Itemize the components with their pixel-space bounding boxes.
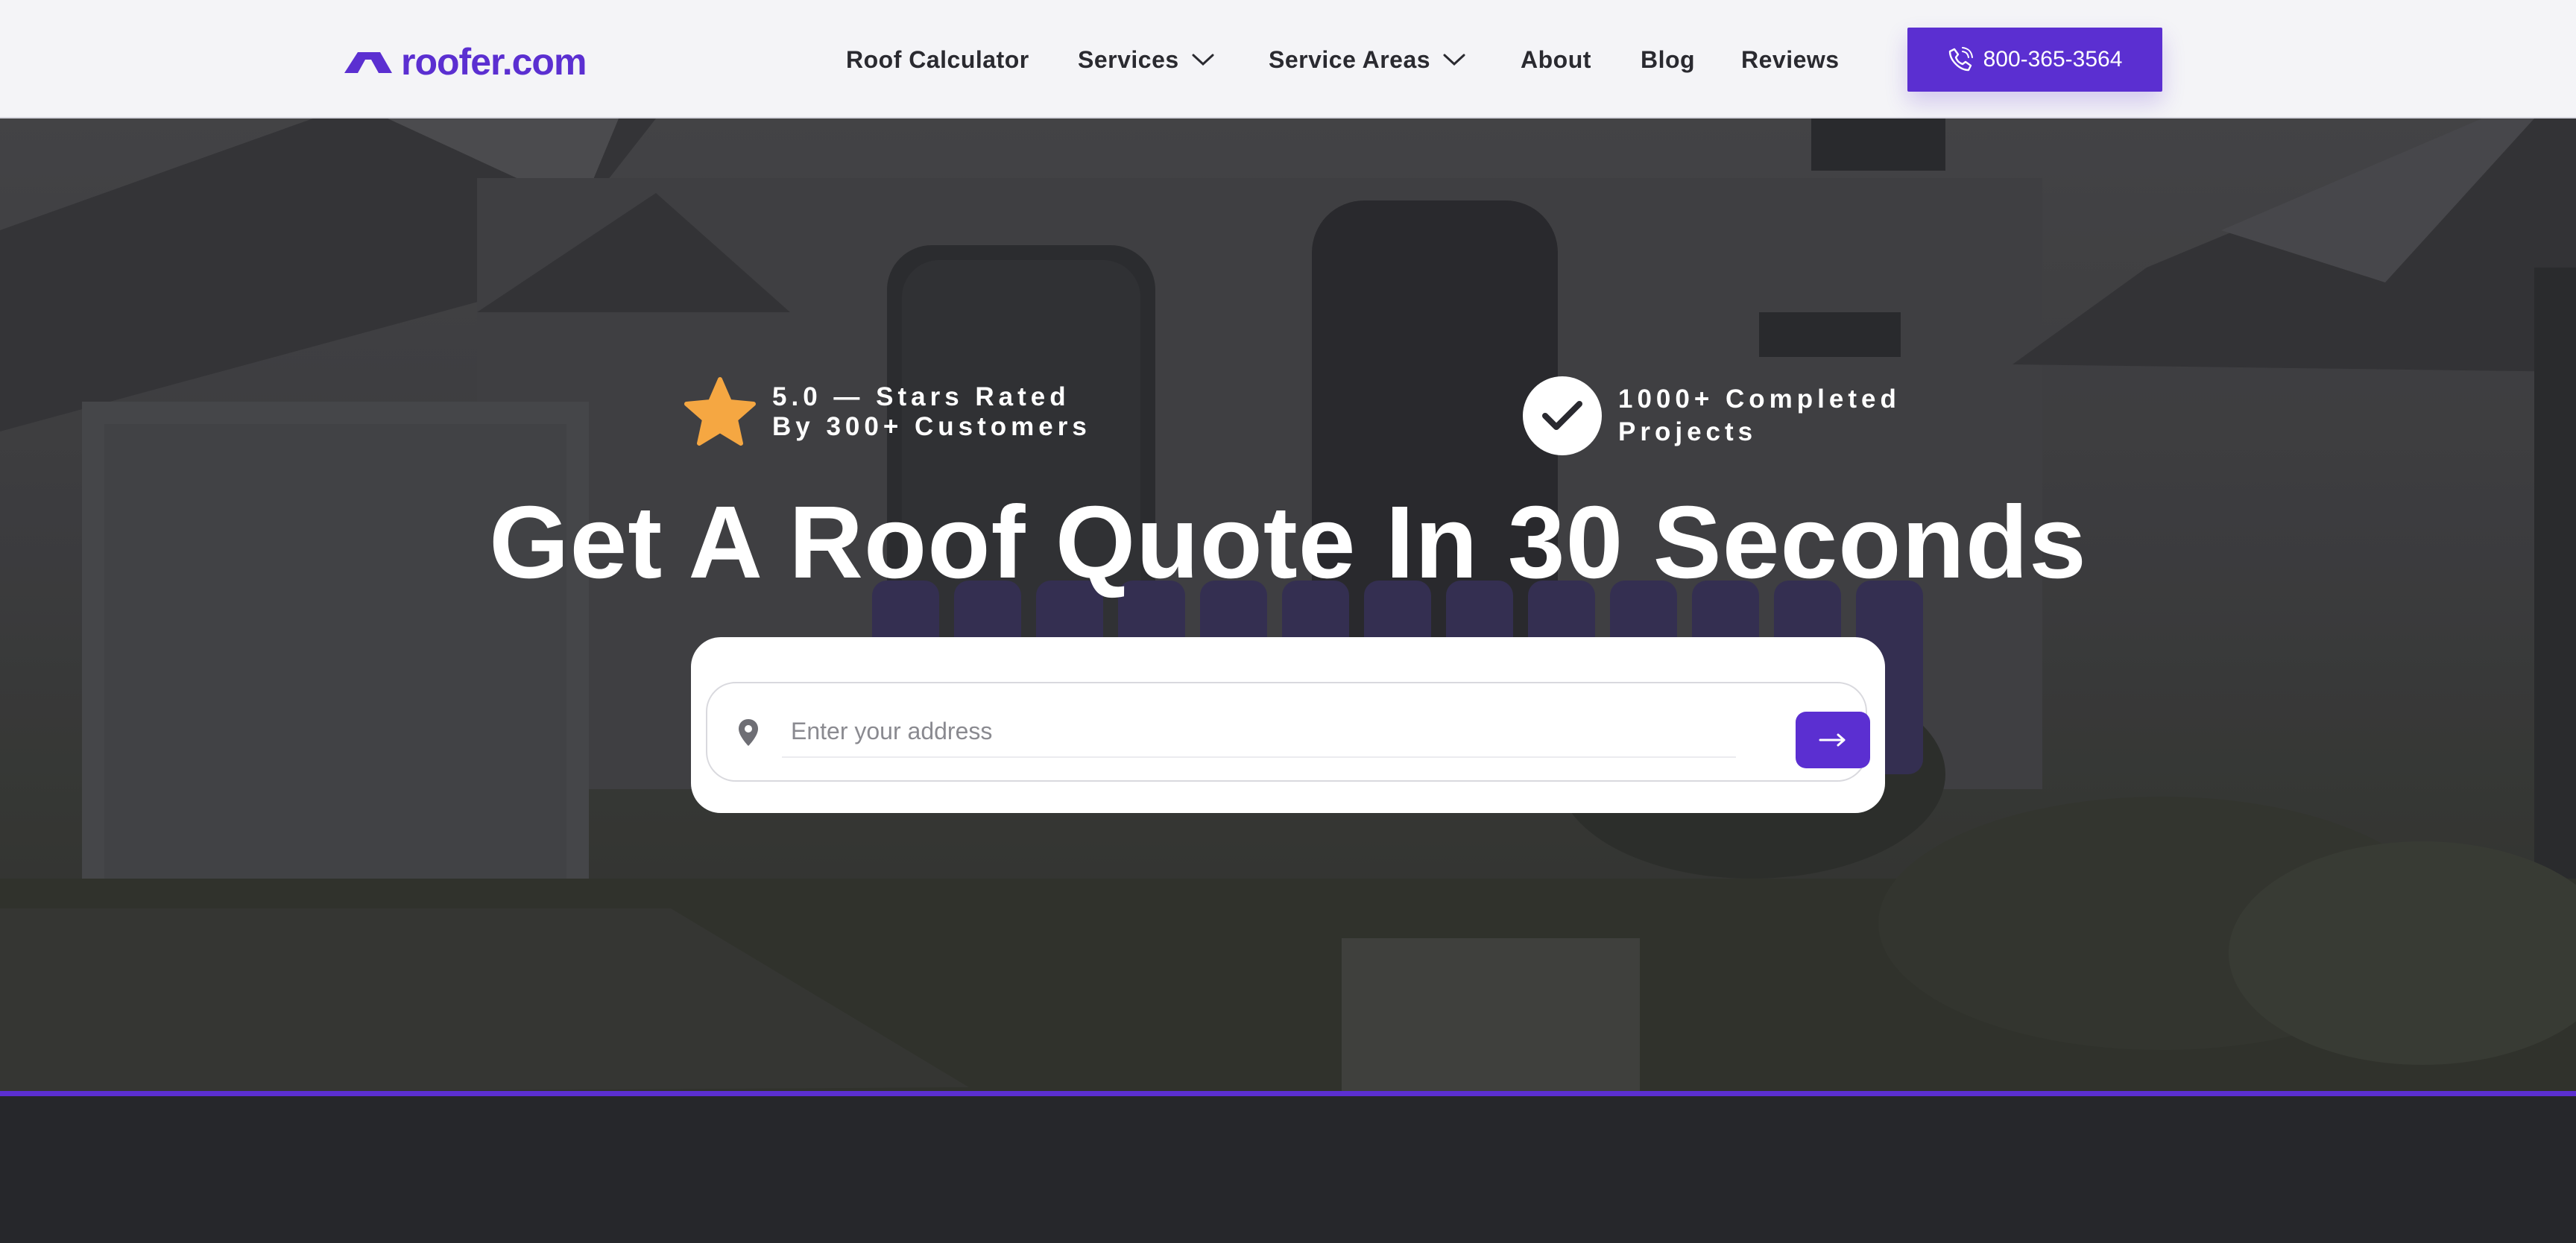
chevron-down-icon xyxy=(1192,54,1214,66)
address-input[interactable] xyxy=(782,706,1736,758)
nav-blog[interactable]: Blog xyxy=(1641,41,1695,78)
submit-address-button[interactable] xyxy=(1796,712,1870,768)
nav-services[interactable]: Services xyxy=(1078,41,1215,78)
hero-headline: Get A Roof Quote In 30 Seconds xyxy=(489,485,2087,600)
nav-service-areas[interactable]: Service Areas xyxy=(1269,41,1466,78)
hero-section: 5.0 — Stars Rated By 300+ Customers 1000… xyxy=(0,118,2576,1093)
address-search-card xyxy=(691,637,1885,813)
logo[interactable]: roofer.com xyxy=(343,37,587,86)
nav-label: Blog xyxy=(1641,45,1696,73)
projects-line-1: 1000+ Completed xyxy=(1618,385,1901,414)
nav-reviews[interactable]: Reviews xyxy=(1741,41,1840,78)
phone-icon xyxy=(1948,47,1973,72)
nav-label: Roof Calculator xyxy=(846,45,1029,73)
hero-accent-line xyxy=(0,1091,2576,1096)
nav-label: About xyxy=(1521,45,1591,73)
arrow-right-icon xyxy=(1819,733,1846,747)
rating-text: 5.0 — Stars Rated By 300+ Customers xyxy=(772,382,1091,442)
hero-background-image xyxy=(0,118,2576,1093)
rating-line-2: By 300+ Customers xyxy=(772,412,1091,441)
nav-roof-calculator[interactable]: Roof Calculator xyxy=(846,41,1029,78)
site-header: roofer.com Roof Calculator Services Serv… xyxy=(0,0,2576,118)
nav-label: Service Areas xyxy=(1269,45,1431,73)
roof-logo-icon xyxy=(344,52,392,73)
projects-badge: 1000+ Completed Projects xyxy=(1523,376,1901,455)
projects-text: 1000+ Completed Projects xyxy=(1618,383,1901,449)
address-search-field xyxy=(706,682,1870,782)
location-pin-icon xyxy=(739,719,758,746)
nav-label: Services xyxy=(1078,45,1179,73)
call-phone-button[interactable]: 800-365-3564 xyxy=(1907,28,2162,92)
dark-footer-band xyxy=(0,1096,2576,1243)
rating-line-1: 5.0 — Stars Rated xyxy=(772,382,1070,411)
chevron-down-icon xyxy=(1443,54,1465,66)
nav-label: Reviews xyxy=(1741,45,1840,73)
projects-line-2: Projects xyxy=(1618,417,1758,446)
star-icon xyxy=(684,377,756,446)
phone-number: 800-365-3564 xyxy=(1983,47,2123,72)
check-circle-icon xyxy=(1523,376,1602,455)
nav-about[interactable]: About xyxy=(1521,41,1591,78)
rating-badge: 5.0 — Stars Rated By 300+ Customers xyxy=(683,375,1091,449)
check-icon xyxy=(1542,401,1582,430)
logo-text: roofer.com xyxy=(401,41,587,83)
